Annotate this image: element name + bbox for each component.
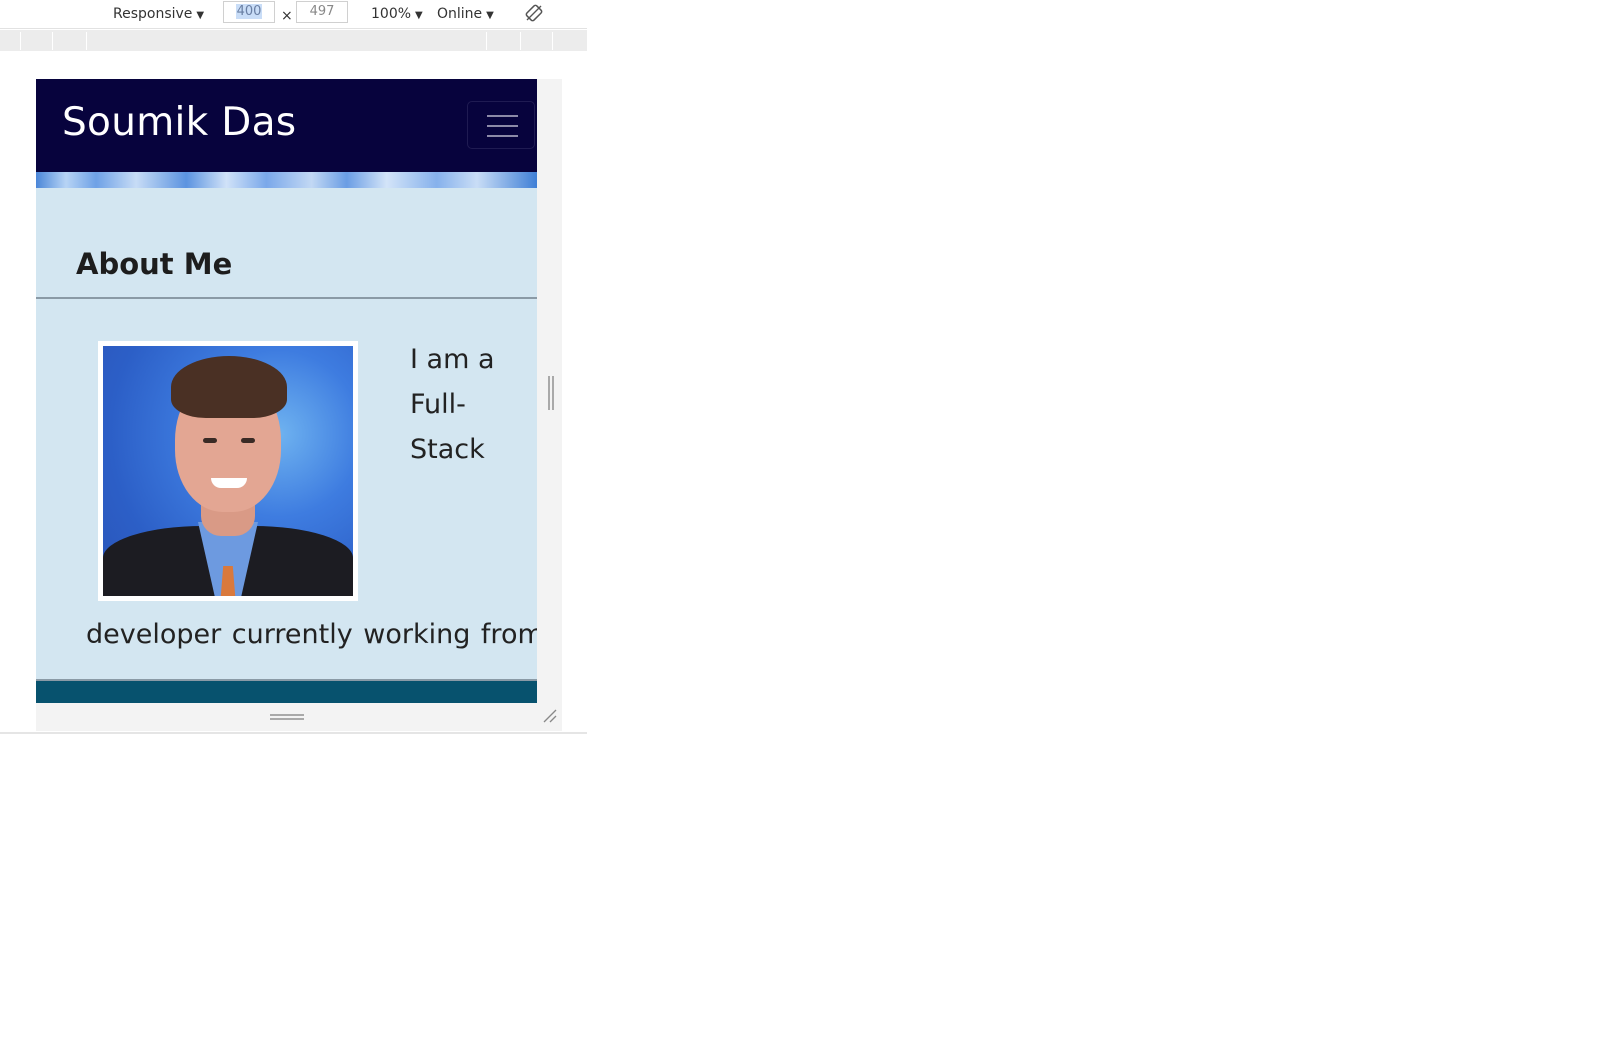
intro-continuation: developer currently working from (86, 619, 537, 650)
zoom-dropdown[interactable]: 100% ▼ (371, 4, 423, 24)
intro-line: I am a (410, 344, 495, 375)
photo-hair (171, 356, 287, 418)
profile-photo-image (103, 346, 353, 596)
width-input[interactable]: 400 (223, 1, 275, 23)
photo-eye (203, 438, 217, 443)
navbar: Soumik Das (36, 79, 537, 172)
footer-strip (36, 679, 537, 703)
media-segment-divider (20, 32, 21, 50)
navbar-brand[interactable]: Soumik Das (62, 99, 296, 147)
photo-smile (211, 478, 247, 488)
media-segment-divider (486, 32, 487, 50)
resize-handle-bottom[interactable] (270, 714, 304, 720)
section-divider (36, 297, 537, 299)
media-segment-divider (52, 32, 53, 50)
intro-line: Full- (410, 389, 466, 420)
throttle-label: Online (437, 6, 483, 22)
hamburger-icon (487, 115, 518, 117)
device-toolbar: Responsive ▼ 400 × 497 100% ▼ Online ▼ (0, 0, 587, 29)
intro-text: I am a Full- Stack (410, 337, 520, 472)
device-mode-label: Responsive (113, 6, 193, 22)
devtools-bottom-divider (0, 732, 587, 734)
throttle-dropdown[interactable]: Online ▼ (437, 4, 494, 24)
width-value: 400 (235, 4, 263, 19)
zoom-label: 100% (371, 6, 412, 22)
hamburger-icon-line (487, 125, 518, 127)
times-sign: × (281, 8, 293, 24)
device-mode-dropdown[interactable]: Responsive ▼ (113, 4, 204, 24)
emulated-page: Soumik Das About Me I am a Full- Stack d… (36, 79, 537, 703)
height-value: 497 (309, 4, 335, 19)
media-segment-divider (520, 32, 521, 50)
intro-line: Stack (410, 434, 485, 465)
photo-eye (241, 438, 255, 443)
media-query-bar[interactable] (0, 30, 587, 51)
section-title: About Me (76, 247, 233, 281)
rotate-icon (525, 4, 543, 22)
hamburger-icon-line (487, 135, 518, 137)
hero-image-strip (36, 172, 537, 188)
resize-handle-right[interactable] (548, 376, 554, 410)
media-segment-divider (552, 32, 553, 50)
resize-corner-icon[interactable] (542, 708, 558, 724)
chevron-down-icon: ▼ (196, 10, 205, 21)
rotate-button[interactable] (524, 3, 544, 23)
chevron-down-icon: ▼ (486, 10, 494, 21)
height-input[interactable]: 497 (296, 1, 348, 23)
media-segment-divider (86, 32, 87, 50)
navbar-toggler-button[interactable] (467, 101, 535, 149)
profile-photo (98, 341, 358, 601)
chevron-down-icon: ▼ (415, 10, 423, 21)
